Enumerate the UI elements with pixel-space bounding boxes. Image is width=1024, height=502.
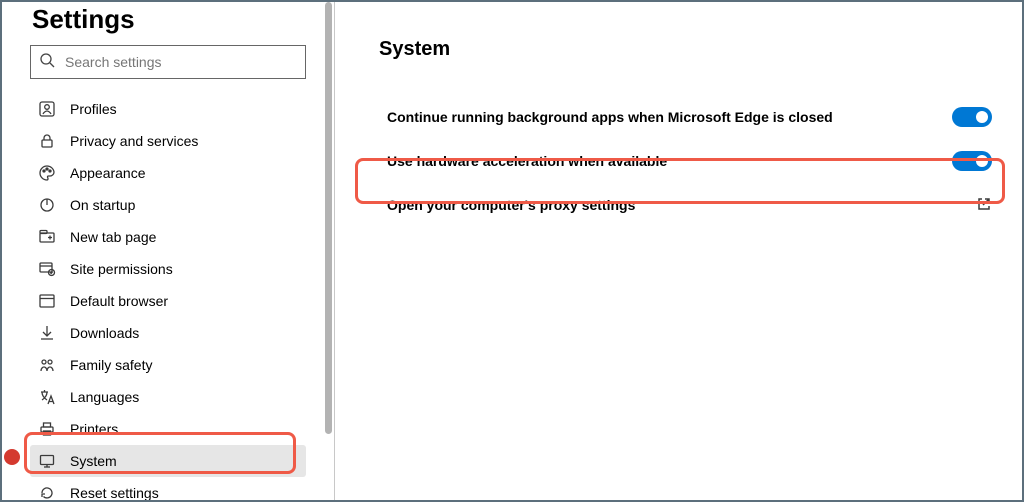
sidebar-item-profiles[interactable]: Profiles [30, 93, 306, 125]
sidebar-item-label: Family safety [70, 357, 152, 373]
setting-label: Continue running background apps when Mi… [387, 109, 833, 125]
sidebar-item-permissions[interactable]: Site permissions [30, 253, 306, 285]
sidebar-nav: Profiles Privacy and services Appearance… [30, 93, 306, 500]
search-icon [39, 52, 55, 73]
power-icon [38, 196, 56, 214]
sidebar-item-system[interactable]: System [30, 445, 306, 477]
sidebar-item-label: Site permissions [70, 261, 173, 277]
setting-label: Open your computer's proxy settings [387, 197, 635, 213]
sidebar-item-languages[interactable]: Languages [30, 381, 306, 413]
family-icon [38, 356, 56, 374]
sidebar-item-label: New tab page [70, 229, 156, 245]
system-icon [38, 452, 56, 470]
profiles-icon [38, 100, 56, 118]
sidebar-item-label: On startup [70, 197, 135, 213]
language-icon [38, 388, 56, 406]
sidebar-item-label: Downloads [70, 325, 139, 341]
page-title: Settings [32, 4, 306, 35]
download-icon [38, 324, 56, 342]
sidebar-item-reset[interactable]: Reset settings [30, 477, 306, 500]
sidebar-item-newtab[interactable]: New tab page [30, 221, 306, 253]
palette-icon [38, 164, 56, 182]
reset-icon [38, 484, 56, 500]
section-title: System [379, 38, 1000, 61]
sidebar-item-label: Appearance [70, 165, 146, 181]
sidebar-item-label: Reset settings [70, 485, 159, 500]
sidebar-item-privacy[interactable]: Privacy and services [30, 125, 306, 157]
search-input-container[interactable] [30, 45, 306, 79]
sidebar-item-default-browser[interactable]: Default browser [30, 285, 306, 317]
sidebar-item-family[interactable]: Family safety [30, 349, 306, 381]
setting-label: Use hardware acceleration when available [387, 153, 667, 169]
annotation-dot [4, 449, 20, 465]
search-input[interactable] [65, 54, 297, 70]
sidebar-item-label: Privacy and services [70, 133, 198, 149]
sidebar-item-label: System [70, 453, 117, 469]
sidebar-item-label: Languages [70, 389, 139, 405]
sidebar-item-label: Profiles [70, 101, 117, 117]
setting-background-apps: Continue running background apps when Mi… [379, 95, 1000, 139]
browser-icon [38, 292, 56, 310]
printer-icon [38, 420, 56, 438]
lock-icon [38, 132, 56, 150]
setting-hardware-accel: Use hardware acceleration when available [379, 139, 1000, 183]
sidebar-item-printers[interactable]: Printers [30, 413, 306, 445]
sidebar-item-downloads[interactable]: Downloads [30, 317, 306, 349]
toggle-background-apps[interactable] [952, 107, 992, 127]
setting-proxy[interactable]: Open your computer's proxy settings [379, 183, 1000, 227]
settings-sidebar: Settings Profiles Privacy and services A… [2, 2, 335, 500]
sidebar-item-label: Default browser [70, 293, 168, 309]
toggle-hardware-accel[interactable] [952, 151, 992, 171]
sidebar-item-startup[interactable]: On startup [30, 189, 306, 221]
sidebar-item-label: Printers [70, 421, 118, 437]
external-link-icon [976, 196, 992, 215]
sidebar-item-appearance[interactable]: Appearance [30, 157, 306, 189]
tab-icon [38, 228, 56, 246]
permissions-icon [38, 260, 56, 278]
main-content: System Continue running background apps … [335, 2, 1022, 500]
